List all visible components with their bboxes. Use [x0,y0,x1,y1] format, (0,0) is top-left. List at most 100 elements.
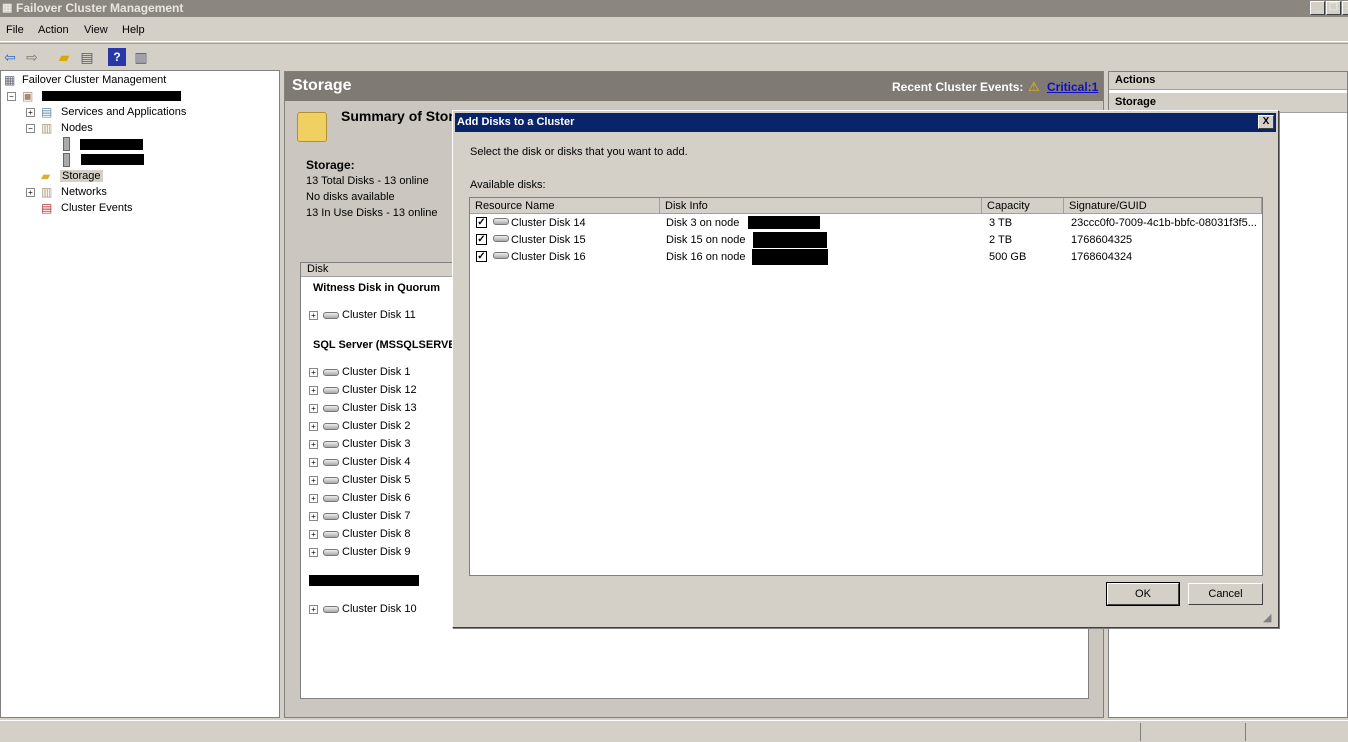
app-icon: ▦ [2,2,13,14]
storage-folder-icon [297,112,327,142]
tree-root[interactable]: Failover Cluster Management [22,74,166,86]
menu-help[interactable]: Help [122,24,145,36]
disk-icon [323,494,339,502]
menu-action[interactable]: Action [38,24,69,36]
column-resource-name[interactable]: Resource Name [470,198,660,214]
expand-icon[interactable]: + [309,404,318,413]
expand-icon[interactable]: + [309,422,318,431]
signature: 1768604324 [1071,251,1133,263]
expand-icon[interactable]: + [309,440,318,449]
title-bar: ▦ Failover Cluster Management _ ❐ × [0,0,1348,17]
disk-table-row[interactable]: ✓ Cluster Disk 16 Disk 16 on node 500 GB… [476,249,1256,266]
disk-name: Cluster Disk 11 [342,309,416,321]
disk-name: Cluster Disk 3 [342,438,411,450]
tree-nodes[interactable]: Nodes [61,122,93,134]
resize-grip-icon[interactable]: ◢ [1263,611,1271,624]
show-hide-tree-icon[interactable]: ▤ [78,48,96,66]
disk-icon [323,440,339,448]
tree-services-and-applications[interactable]: Services and Applications [61,106,186,118]
disk-checkbox[interactable]: ✓ [476,233,491,245]
expand-icon[interactable]: + [26,108,35,117]
disk-row[interactable]: + Cluster Disk 11 [309,309,416,321]
disk-row[interactable]: + Cluster Disk 13 [309,402,417,414]
restore-button[interactable]: ❐ [1326,1,1341,15]
close-button[interactable]: × [1342,1,1348,15]
up-folder-icon[interactable]: ▰ [55,48,73,66]
stat-available: No disks available [306,191,395,203]
cancel-button[interactable]: Cancel [1188,583,1263,605]
tree-networks[interactable]: Networks [61,186,107,198]
expand-icon[interactable]: + [309,548,318,557]
collapse-icon[interactable]: − [7,92,16,101]
menu-view[interactable]: View [84,24,108,36]
disk-row[interactable]: + Cluster Disk 8 [309,528,410,540]
storage-icon: ▰ [41,169,51,183]
disk-row[interactable]: + Cluster Disk 1 [309,366,410,378]
column-capacity[interactable]: Capacity [982,198,1064,214]
column-disk-info[interactable]: Disk Info [660,198,982,214]
warning-icon: ⚠ [1028,79,1040,94]
list-header: Resource Name Disk Info Capacity Signatu… [470,198,1262,214]
expand-icon[interactable]: + [309,458,318,467]
disk-row[interactable]: + Cluster Disk 3 [309,438,410,450]
disk-icon [323,476,339,484]
critical-events-link[interactable]: Critical:1 [1047,80,1098,94]
dialog-close-button[interactable]: X [1258,115,1274,129]
help-icon[interactable]: ? [108,48,126,66]
tree-storage[interactable]: Storage [60,170,103,182]
tree-pane: ▦ Failover Cluster Management − ▣ + ▤ Se… [0,70,280,718]
disk-row[interactable]: + Cluster Disk 10 [309,603,417,615]
minimize-button[interactable]: _ [1310,1,1325,15]
expand-icon[interactable]: + [309,494,318,503]
disk-row[interactable]: + Cluster Disk 5 [309,474,410,486]
disk-checkbox[interactable]: ✓ [476,250,491,262]
disk-name: Cluster Disk 4 [342,456,411,468]
disk-name: Cluster Disk 7 [342,510,411,522]
add-disks-dialog: Add Disks to a Cluster X Select the disk… [452,110,1279,628]
ok-button[interactable]: OK [1106,582,1180,606]
menu-file[interactable]: File [6,24,24,36]
toolbar: ⇦ ⇨ ▰ ▤ ? ▥ [0,43,1348,68]
disk-row[interactable]: + Cluster Disk 2 [309,420,410,432]
column-signature[interactable]: Signature/GUID [1064,198,1262,214]
group-witness: Witness Disk in Quorum [313,282,441,294]
disk-table-row[interactable]: ✓ Cluster Disk 15 Disk 15 on node 2 TB 1… [476,232,1256,249]
show-hide-action-pane-icon[interactable]: ▥ [132,48,150,66]
redacted-node-2[interactable] [81,154,144,165]
disk-row[interactable]: + Cluster Disk 4 [309,456,410,468]
disk-row[interactable]: + Cluster Disk 9 [309,546,410,558]
expand-icon[interactable]: + [309,476,318,485]
disk-icon [493,252,509,259]
expand-icon[interactable]: + [309,311,318,320]
resource-name: Cluster Disk 14 [511,217,586,229]
disk-row[interactable]: + Cluster Disk 12 [309,384,417,396]
tree-cluster-events[interactable]: Cluster Events [61,202,133,214]
forward-icon[interactable]: ⇨ [23,48,41,66]
disk-icon [323,530,339,538]
expand-icon[interactable]: + [26,188,35,197]
disk-row[interactable]: + Cluster Disk 7 [309,510,410,522]
nodes-icon: ▥ [41,121,53,135]
networks-icon: ▥ [41,185,53,199]
redacted-group-name [309,575,419,586]
expand-icon[interactable]: + [309,512,318,521]
expand-icon[interactable]: + [309,605,318,614]
dialog-title: Add Disks to a Cluster [457,116,575,128]
disk-info: Disk 15 on node [666,234,746,246]
redacted-node-1[interactable] [80,139,143,150]
disk-icon [493,235,509,242]
storage-heading: Storage: [306,158,355,172]
back-icon[interactable]: ⇦ [1,48,19,66]
services-icon: ▤ [41,105,53,119]
disk-table-row[interactable]: ✓ Cluster Disk 14 Disk 3 on node 3 TB 23… [476,216,1257,232]
disk-name: Cluster Disk 13 [342,402,417,414]
expand-icon[interactable]: + [309,386,318,395]
disk-row[interactable]: + Cluster Disk 6 [309,492,410,504]
redacted-node-name [752,249,828,265]
disk-name: Cluster Disk 1 [342,366,411,378]
redacted-node-name [753,232,827,248]
expand-icon[interactable]: + [309,530,318,539]
collapse-icon[interactable]: − [26,124,35,133]
expand-icon[interactable]: + [309,368,318,377]
disk-checkbox[interactable]: ✓ [476,216,491,228]
